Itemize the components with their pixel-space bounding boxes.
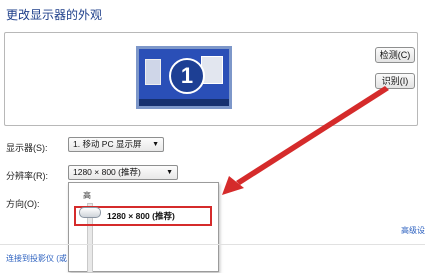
connect-projector-link[interactable]: 连接到投影仪 (或 <box>6 253 67 264</box>
divider <box>0 244 425 245</box>
advanced-settings-link[interactable]: 高级设 <box>401 225 425 236</box>
red-arrow-annotation <box>222 86 389 195</box>
